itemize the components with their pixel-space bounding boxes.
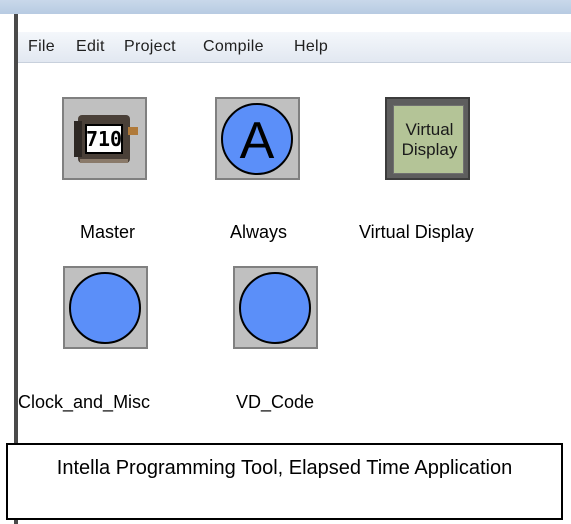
plc-device-icon: 710 bbox=[74, 115, 138, 163]
figure-caption: Intella Programming Tool, Elapsed Time A… bbox=[56, 457, 513, 479]
tile-vd-code-label: VD_Code bbox=[236, 392, 315, 412]
tile-master-label: Master bbox=[80, 222, 136, 242]
figure-caption-box: Intella Programming Tool, Elapsed Time A… bbox=[6, 443, 563, 520]
virtual-display-icon: Virtual Display bbox=[393, 105, 464, 174]
menu-compile[interactable]: Compile bbox=[203, 38, 264, 56]
window-title-bar bbox=[0, 0, 571, 14]
tile-clock-and-misc[interactable] bbox=[63, 266, 148, 349]
virtual-display-screen-text: Virtual Display bbox=[401, 120, 458, 159]
menu-project[interactable]: Project bbox=[124, 38, 176, 56]
tile-master[interactable]: 710 bbox=[62, 97, 147, 180]
tile-vd-code[interactable] bbox=[233, 266, 318, 349]
blue-circle-icon bbox=[239, 272, 311, 344]
tile-clock-and-misc-label: Clock_and_Misc bbox=[18, 392, 151, 412]
always-letter: A bbox=[240, 112, 275, 170]
device-display-digits: 710 bbox=[86, 127, 122, 151]
menu-help[interactable]: Help bbox=[294, 38, 328, 56]
tile-virtual-display-label: Virtual Display bbox=[359, 222, 474, 242]
tile-always-label: Always bbox=[230, 222, 288, 242]
tile-virtual-display[interactable]: Virtual Display bbox=[385, 97, 470, 180]
blue-circle-icon bbox=[69, 272, 141, 344]
always-a-icon: A bbox=[221, 103, 293, 175]
menu-file[interactable]: File bbox=[28, 38, 55, 56]
menu-edit[interactable]: Edit bbox=[76, 38, 105, 56]
menu-bar: File Edit Project Compile Help bbox=[18, 32, 571, 63]
tile-always[interactable]: A bbox=[215, 97, 300, 180]
